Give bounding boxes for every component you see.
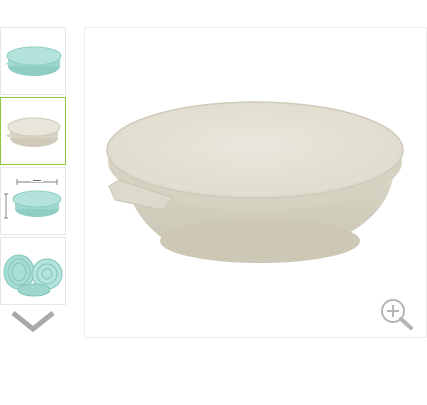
chevron-down-icon (11, 311, 55, 333)
main-product-image[interactable] (84, 27, 427, 338)
bowl-dimensions-diagram-icon (4, 179, 62, 219)
product-gallery (0, 0, 427, 405)
beige-bowl-with-lid-icon (5, 117, 61, 147)
beige-food-container-image (106, 101, 404, 263)
thumbnail-strip (0, 27, 68, 337)
thumbnail-dimensions[interactable] (0, 167, 66, 235)
zoom-in-icon (381, 299, 413, 330)
thumbnail-teal-bowl[interactable] (0, 27, 66, 95)
teal-bowl-with-lid-icon (5, 46, 62, 76)
zoom-button[interactable] (378, 296, 416, 332)
thumbnail-stacked-set[interactable] (0, 237, 66, 305)
thumbnail-beige-bowl[interactable] (0, 97, 66, 165)
thumbnail-scroll-down-button[interactable] (10, 310, 56, 333)
stacked-bowls-set-icon (3, 254, 63, 297)
